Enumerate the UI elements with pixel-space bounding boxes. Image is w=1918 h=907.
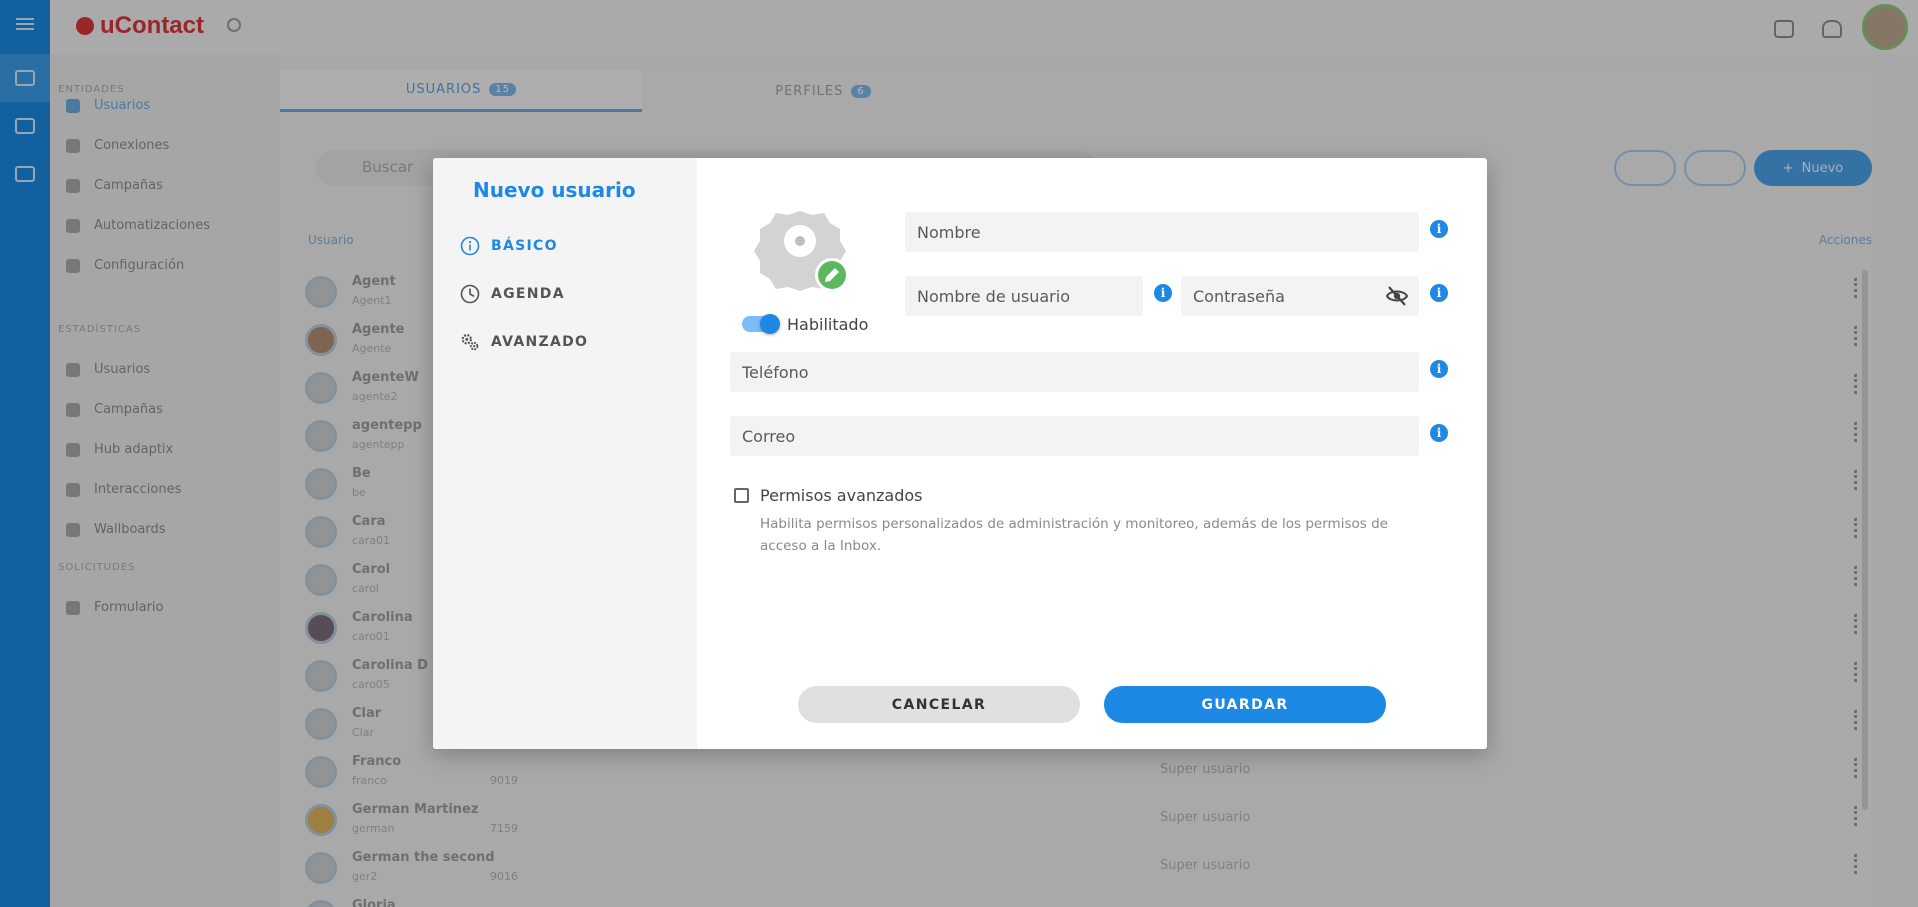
- advanced-permissions-checkbox[interactable]: [734, 488, 749, 503]
- enabled-toggle[interactable]: [742, 314, 780, 334]
- email-input[interactable]: [742, 426, 1407, 446]
- password-field[interactable]: [1181, 276, 1419, 316]
- toggle-knob: [760, 314, 780, 334]
- phone-field[interactable]: [730, 352, 1419, 392]
- nav-basico[interactable]: BÁSICO: [460, 236, 558, 256]
- username-field[interactable]: [905, 276, 1143, 316]
- username-input[interactable]: [917, 286, 1131, 306]
- avatar-upload[interactable]: [750, 207, 850, 293]
- email-info-icon[interactable]: i: [1430, 424, 1448, 442]
- cancel-button[interactable]: CANCELAR: [798, 686, 1080, 723]
- nav-label: AVANZADO: [491, 334, 589, 350]
- phone-info-icon[interactable]: i: [1430, 360, 1448, 378]
- dialog-sidebar: Nuevo usuario BÁSICO AGENDA AVANZADO: [433, 158, 697, 749]
- advanced-permissions-label[interactable]: Permisos avanzados: [760, 486, 923, 505]
- email-field[interactable]: [730, 416, 1419, 456]
- new-user-dialog: Nuevo usuario BÁSICO AGENDA AVANZADO Hab…: [433, 158, 1487, 749]
- nav-label: BÁSICO: [491, 238, 558, 254]
- nav-label: AGENDA: [491, 286, 565, 302]
- save-button[interactable]: GUARDAR: [1104, 686, 1386, 723]
- gears-icon: [460, 332, 480, 352]
- name-input[interactable]: [917, 222, 1407, 242]
- clock-icon: [460, 284, 480, 304]
- nav-avanzado[interactable]: AVANZADO: [460, 332, 588, 352]
- enabled-label: Habilitado: [787, 315, 869, 334]
- edit-pencil-icon: [815, 258, 849, 292]
- nav-agenda[interactable]: AGENDA: [460, 284, 565, 304]
- advanced-permissions-help: Habilita permisos personalizados de admi…: [760, 516, 1388, 554]
- password-input[interactable]: [1193, 286, 1375, 306]
- info-circle-icon: [460, 236, 480, 256]
- name-info-icon[interactable]: i: [1430, 220, 1448, 238]
- phone-input[interactable]: [742, 362, 1407, 382]
- dialog-title: Nuevo usuario: [473, 178, 636, 202]
- username-info-icon[interactable]: i: [1154, 284, 1172, 302]
- eye-off-icon[interactable]: [1385, 285, 1409, 307]
- password-info-icon[interactable]: i: [1430, 284, 1448, 302]
- name-field[interactable]: [905, 212, 1419, 252]
